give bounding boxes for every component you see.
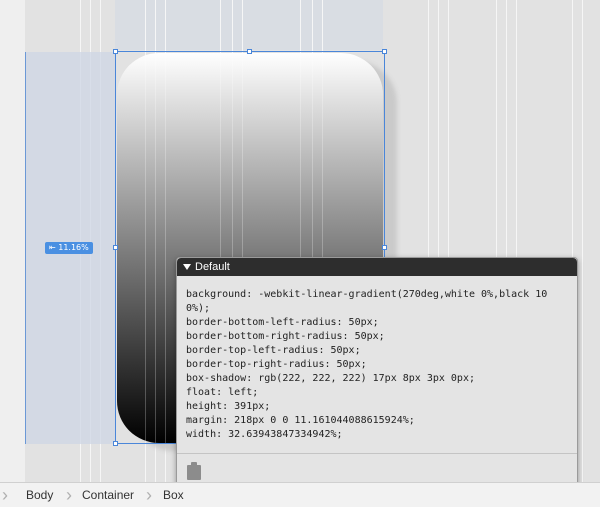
margin-value-label: ⇤ 11.16% — [45, 242, 93, 254]
css-line: background: -webkit-linear-gradient(270d… — [186, 289, 548, 314]
disclosure-triangle-icon[interactable] — [183, 264, 191, 271]
css-line: margin: 218px 0 0 11.161044088615924%; — [186, 415, 415, 426]
canvas-left-gutter — [0, 0, 25, 482]
css-properties-popup: Default background: -webkit-linear-gradi… — [176, 257, 578, 499]
css-line: float: left; — [186, 387, 259, 398]
css-line: border-bottom-right-radius: 50px; — [186, 331, 385, 342]
grid-line — [582, 0, 583, 482]
css-line: width: 32.63943847334942%; — [186, 429, 343, 440]
resize-handle-top-left[interactable] — [113, 49, 118, 54]
resize-handle-left[interactable] — [113, 245, 118, 250]
breadcrumb-item-body[interactable]: Body — [26, 483, 53, 507]
popup-header[interactable]: Default — [177, 258, 577, 276]
css-line: border-bottom-left-radius: 50px; — [186, 317, 379, 328]
resize-handle-top-right[interactable] — [382, 49, 387, 54]
css-line: border-top-right-radius: 50px; — [186, 359, 367, 370]
clipboard-icon[interactable] — [187, 462, 201, 480]
popup-title: Default — [195, 261, 230, 273]
css-line: box-shadow: rgb(222, 222, 222) 17px 8px … — [186, 373, 475, 384]
breadcrumb-separator-icon: › — [2, 485, 8, 505]
breadcrumb-item-box[interactable]: Box — [163, 483, 184, 507]
breadcrumb-separator-icon: › — [146, 485, 152, 505]
css-line: border-top-left-radius: 50px; — [186, 345, 361, 356]
resize-handle-bottom-left[interactable] — [113, 441, 118, 446]
breadcrumb-item-container[interactable]: Container — [82, 483, 134, 507]
breadcrumb-separator-icon: › — [66, 485, 72, 505]
resize-handle-right[interactable] — [382, 245, 387, 250]
breadcrumb: › Body › Container › Box — [0, 482, 600, 507]
css-code-block[interactable]: background: -webkit-linear-gradient(270d… — [177, 276, 577, 454]
css-line: height: 391px; — [186, 401, 271, 412]
resize-handle-top[interactable] — [247, 49, 252, 54]
